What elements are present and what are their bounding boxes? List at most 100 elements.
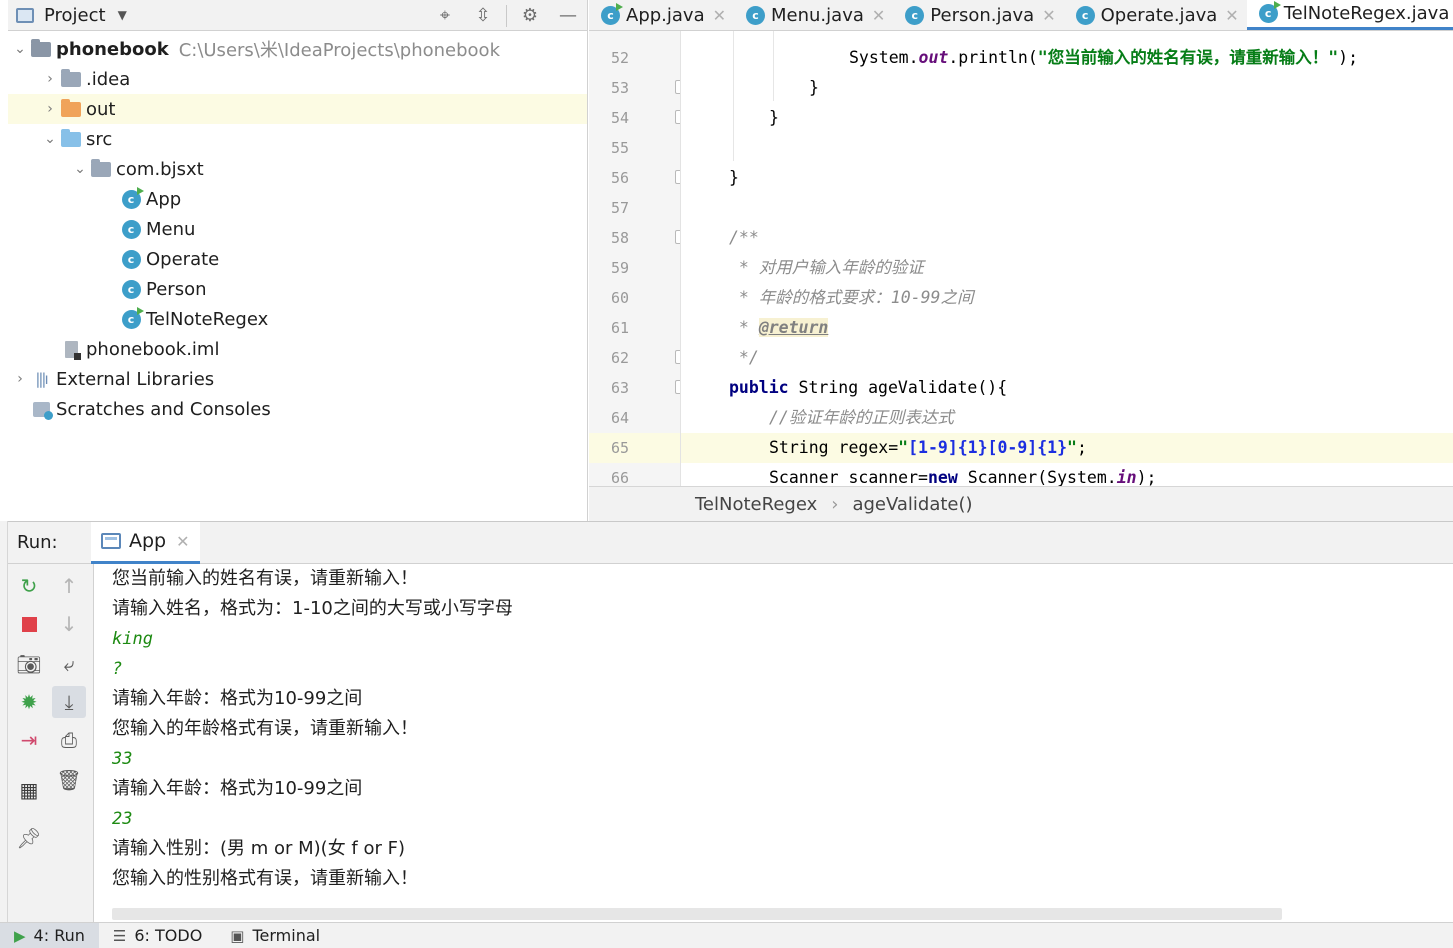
tool-window-bar: ▶ 4: Run ☰ 6: TODO ▣ Terminal	[0, 922, 1453, 948]
libraries-icon: |||ı	[35, 370, 48, 388]
locate-file-button[interactable]: ⌖	[426, 0, 464, 31]
runnable-class-icon: c	[1258, 1, 1281, 23]
close-icon[interactable]: ✕	[713, 6, 726, 25]
bottom-tab-run[interactable]: ▶ 4: Run	[0, 922, 99, 948]
tree-item-menu[interactable]: c Menu	[8, 214, 587, 244]
arrow-up-icon: ↑	[60, 574, 78, 598]
scroll-to-end-button[interactable]: ⤓	[52, 686, 86, 718]
tree-item-src[interactable]: ⌄ src	[8, 124, 587, 154]
run-tab-app[interactable]: App ✕	[91, 521, 200, 564]
console-output[interactable]: 您当前输入的姓名有误，请重新输入！ 请输入姓名，格式为：1-10之间的大写或小写…	[94, 564, 1453, 904]
tab-telnoteregex-java[interactable]: c TelNoteRegex.java	[1246, 0, 1453, 30]
print-button[interactable]: ⎙	[52, 724, 86, 756]
tree-item-label: TelNoteRegex	[146, 308, 269, 330]
tree-item-label: .idea	[86, 68, 131, 90]
close-icon[interactable]: ✕	[1225, 6, 1238, 25]
line-number: 66	[610, 469, 629, 486]
tree-item-person[interactable]: c Person	[8, 274, 587, 304]
collapse-all-button[interactable]: ⇳	[464, 0, 502, 31]
chevron-right-icon[interactable]: ›	[40, 71, 60, 87]
tree-item-app[interactable]: c App	[8, 184, 587, 214]
bottom-tab-todo[interactable]: ☰ 6: TODO	[99, 923, 216, 948]
trash-icon: 🗑︎	[56, 768, 82, 792]
tree-item-iml[interactable]: phonebook.iml	[8, 334, 587, 364]
tab-app-java[interactable]: c App.java ✕	[589, 0, 734, 30]
tab-operate-java[interactable]: c Operate.java ✕	[1064, 0, 1247, 30]
code-editor: c App.java ✕ c Menu.java ✕ c Person.java…	[589, 0, 1453, 521]
run-toolbar: ↻ ↑ ↓ 📷︎ ⤶ ✹ ⤓ ⇥ ⎙ 🗑︎ ▦ 📌︎	[8, 564, 94, 923]
tab-label: Person.java	[930, 4, 1035, 26]
down-button[interactable]: ↓	[52, 608, 86, 640]
chevron-down-icon[interactable]: ⌄	[10, 41, 30, 57]
class-icon: c	[120, 279, 142, 299]
debug-button[interactable]: ✹	[12, 686, 46, 718]
console-line: 请输入年龄：格式为10-99之间	[112, 778, 363, 799]
chevron-right-icon[interactable]: ›	[40, 101, 60, 117]
up-button[interactable]: ↑	[52, 570, 86, 602]
horizontal-scrollbar[interactable]	[112, 908, 1282, 920]
console-line: 您当前输入的姓名有误，请重新输入！	[112, 568, 418, 589]
tree-item-out[interactable]: › out	[8, 94, 587, 124]
project-view-title: Project	[44, 4, 106, 26]
code-line-52: System.out.println("您当前输入的姓名有误，请重新输入！");	[849, 48, 1359, 67]
tab-menu-java[interactable]: c Menu.java ✕	[734, 0, 893, 30]
soft-wrap-button[interactable]: ⤶	[52, 648, 86, 680]
stop-button[interactable]	[12, 608, 46, 640]
code-line-66: Scanner scanner=new Scanner(System.in);	[769, 468, 1157, 486]
console-user-input: 23	[112, 809, 133, 829]
chevron-down-icon[interactable]: ⌄	[70, 161, 90, 177]
exit-button[interactable]: ⇥	[12, 724, 46, 756]
project-view-selector[interactable]: Project ▼	[16, 5, 127, 26]
pin-icon: 📌︎	[16, 826, 42, 850]
todo-icon: ☰	[112, 926, 127, 945]
tab-person-java[interactable]: c Person.java ✕	[893, 0, 1063, 30]
tree-item-telnoteregex[interactable]: c TelNoteRegex	[8, 304, 587, 334]
line-number: 52	[610, 49, 629, 67]
breadcrumb-class[interactable]: TelNoteRegex	[695, 494, 817, 515]
crosshair-icon: ⌖	[439, 5, 451, 26]
tab-label: App.java	[626, 4, 705, 26]
tree-item-scratches[interactable]: Scratches and Consoles	[8, 394, 587, 424]
editor-tab-bar: c App.java ✕ c Menu.java ✕ c Person.java…	[589, 0, 1453, 31]
excluded-folder-icon	[60, 98, 82, 119]
source-folder-icon	[60, 128, 82, 149]
chevron-right-icon[interactable]: ›	[10, 371, 30, 387]
console-line: 请输入姓名，格式为：1-10之间的大写或小写字母	[112, 598, 513, 619]
close-icon[interactable]: ✕	[872, 6, 885, 25]
tab-label: TelNoteRegex.java	[1283, 3, 1450, 24]
tree-item-label: out	[86, 98, 116, 120]
runnable-class-icon: c	[120, 306, 144, 329]
pin-tab-button[interactable]: 📌︎	[12, 822, 46, 854]
code-area[interactable]: System.out.println("您当前输入的姓名有误，请重新输入！");…	[681, 31, 1453, 486]
clear-all-button[interactable]: 🗑︎	[52, 764, 86, 796]
line-number: 57	[610, 199, 629, 217]
bottom-tab-terminal[interactable]: ▣ Terminal	[216, 923, 334, 948]
exit-icon: ⇥	[20, 728, 38, 752]
code-line-65: String regex="[1-9]{1}[0-9]{1}";	[681, 433, 1453, 463]
chevron-down-icon[interactable]: ⌄	[40, 131, 60, 147]
breadcrumb-method[interactable]: ageValidate()	[852, 494, 972, 515]
close-icon[interactable]: ✕	[1042, 6, 1055, 25]
tree-item-operate[interactable]: c Operate	[8, 244, 587, 274]
application-icon	[101, 533, 121, 549]
rerun-button[interactable]: ↻	[12, 570, 46, 602]
run-tab-label: App	[129, 530, 167, 552]
camera-icon: 📷︎	[16, 652, 42, 676]
tree-item-label: Operate	[146, 248, 220, 270]
tree-item-external-libraries[interactable]: › |||ı External Libraries	[8, 364, 587, 394]
tree-item-phonebook[interactable]: ⌄ phonebook C:\Users\米\IdeaProjects\phon…	[8, 34, 587, 64]
class-icon: c	[120, 219, 142, 239]
hide-panel-button[interactable]: —	[549, 0, 587, 31]
close-icon[interactable]: ✕	[176, 532, 189, 551]
tree-item-idea[interactable]: › .idea	[8, 64, 587, 94]
tree-item-package[interactable]: ⌄ com.bjsxt	[8, 154, 587, 184]
line-number-gutter: 52 53 54 55 56 57 58 59 60 61 62 63 64 6…	[589, 31, 681, 486]
code-line-61: * @return	[729, 318, 829, 337]
settings-button[interactable]: ⚙	[511, 0, 549, 31]
screenshot-button[interactable]: 📷︎	[12, 648, 46, 680]
line-number: 58	[610, 229, 629, 247]
console-line: 您输入的年龄格式有误，请重新输入！	[112, 718, 418, 739]
tree-item-label: phonebook	[56, 38, 169, 60]
layout-button[interactable]: ▦	[12, 774, 46, 806]
stop-icon	[21, 616, 37, 632]
